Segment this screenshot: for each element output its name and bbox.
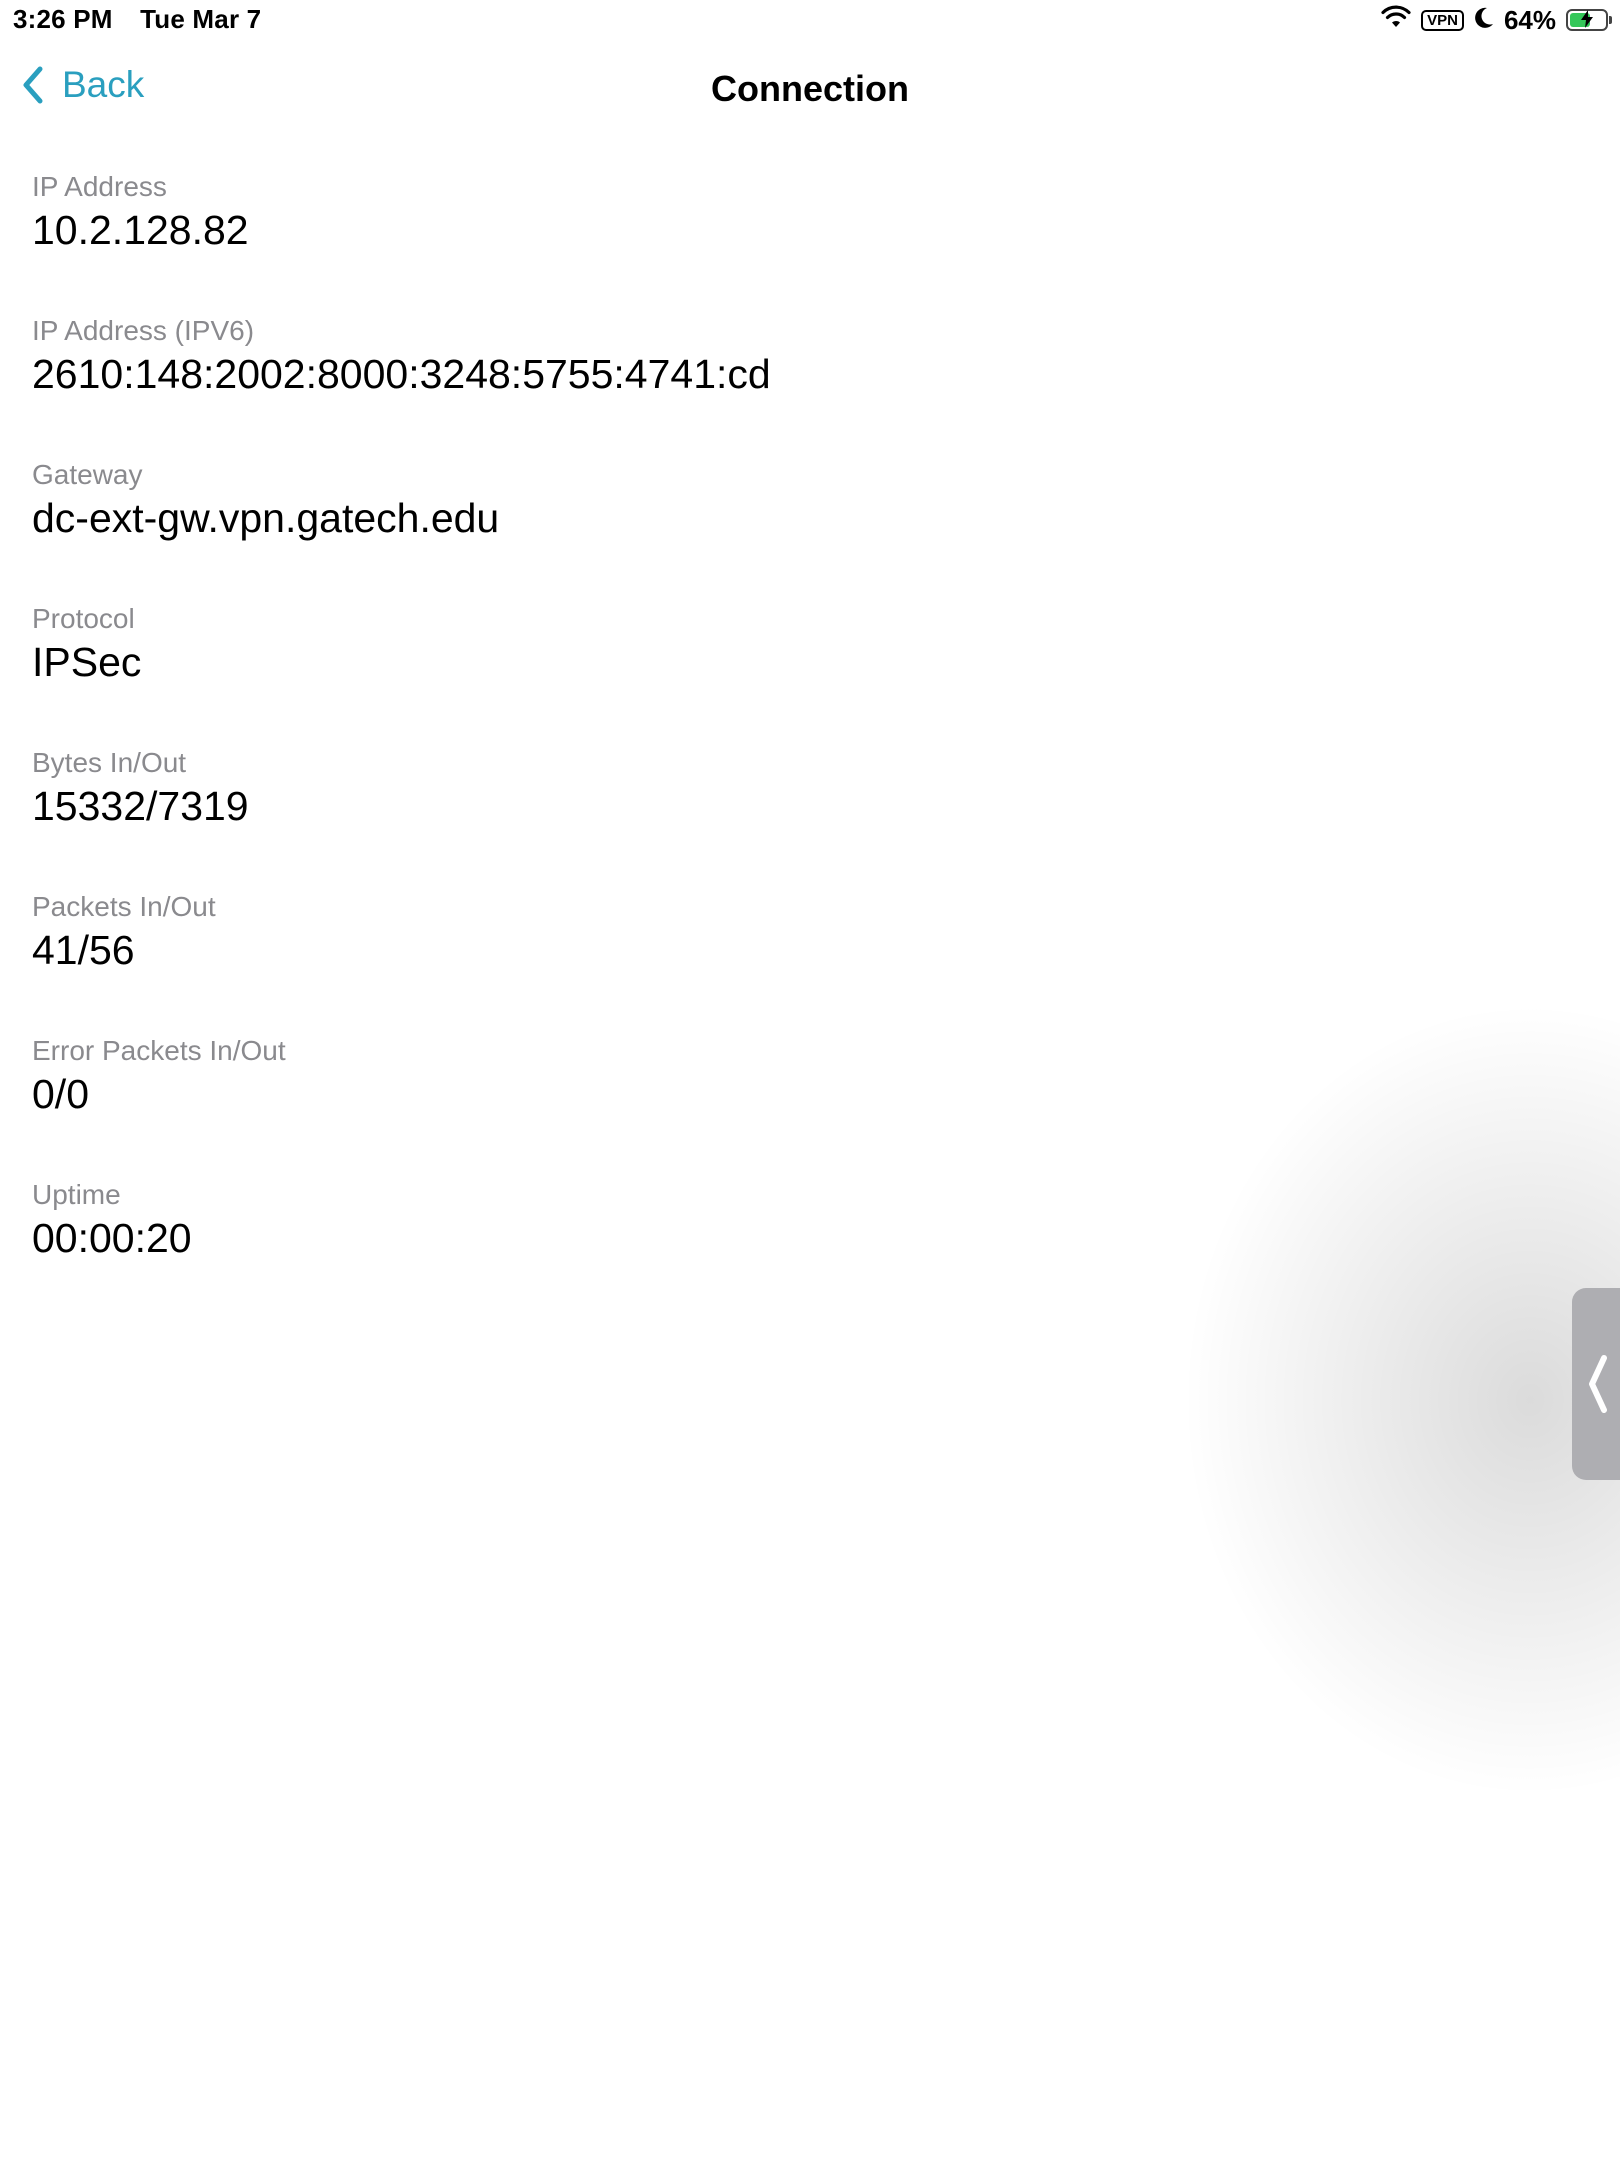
detail-row: Error Packets In/Out 0/0: [32, 1032, 1232, 1176]
page-title: Connection: [711, 68, 909, 109]
detail-label: Error Packets In/Out: [32, 1035, 286, 1066]
moon-icon: [1474, 5, 1494, 36]
status-right: VPN 64%: [1371, 4, 1612, 36]
chevron-left-icon: [23, 66, 43, 104]
detail-row: Uptime 00:00:20: [32, 1176, 1232, 1320]
battery-percent: 64%: [1503, 4, 1556, 35]
drawer-shadow: [1180, 1000, 1620, 1800]
detail-row: Protocol IPSec: [32, 600, 1232, 744]
detail-value: 10.2.128.82: [32, 207, 249, 253]
back-button[interactable]: Back: [22, 64, 144, 106]
chevron-left-icon: [1589, 1355, 1607, 1413]
detail-value: 2610:148:2002:8000:3248:5755:4741:cd: [32, 351, 771, 397]
detail-value: 0/0: [32, 1071, 89, 1117]
detail-label: Packets In/Out: [32, 891, 216, 922]
status-left: 3:26 PM Tue Mar 7: [13, 4, 261, 35]
detail-value: dc-ext-gw.vpn.gatech.edu: [32, 495, 500, 541]
detail-label: IP Address: [32, 171, 167, 202]
detail-label: IP Address (IPV6): [32, 315, 255, 346]
detail-value: IPSec: [32, 639, 142, 685]
detail-label: Uptime: [32, 1179, 121, 1210]
detail-row: Packets In/Out 41/56: [32, 888, 1232, 1032]
detail-row: IP Address (IPV6) 2610:148:2002:8000:3248…: [32, 312, 1232, 456]
detail-row: Bytes In/Out 15332/7319: [32, 744, 1232, 888]
connection-details: IP Address 10.2.128.82 IP Address (IPV6) 26…: [32, 168, 1232, 1320]
detail-row: IP Address 10.2.128.82: [32, 168, 1232, 312]
detail-label: Bytes In/Out: [32, 747, 187, 778]
bolt-icon: [1568, 8, 1606, 34]
detail-value: 15332/7319: [32, 783, 249, 829]
battery-charging-icon: [1566, 8, 1612, 34]
detail-label: Gateway: [32, 459, 143, 490]
nav-bar: Back Connection: [0, 40, 1620, 140]
connection-screen: 3:26 PM Tue Mar 7 VPN 64% Back Connectio…: [0, 0, 1620, 2160]
detail-label: Protocol: [32, 603, 135, 634]
side-drawer-tab[interactable]: [1572, 1288, 1620, 1480]
detail-value: 41/56: [32, 927, 135, 973]
vpn-icon: VPN: [1421, 9, 1464, 31]
wifi-icon: [1381, 5, 1411, 36]
status-bar: 3:26 PM Tue Mar 7 VPN 64%: [0, 0, 1620, 40]
detail-row: Gateway dc-ext-gw.vpn.gatech.edu: [32, 456, 1232, 600]
back-label: Back: [62, 64, 145, 105]
detail-value: 00:00:20: [32, 1215, 192, 1261]
status-date: Tue Mar 7: [140, 4, 262, 34]
status-time: 3:26 PM: [13, 4, 113, 34]
